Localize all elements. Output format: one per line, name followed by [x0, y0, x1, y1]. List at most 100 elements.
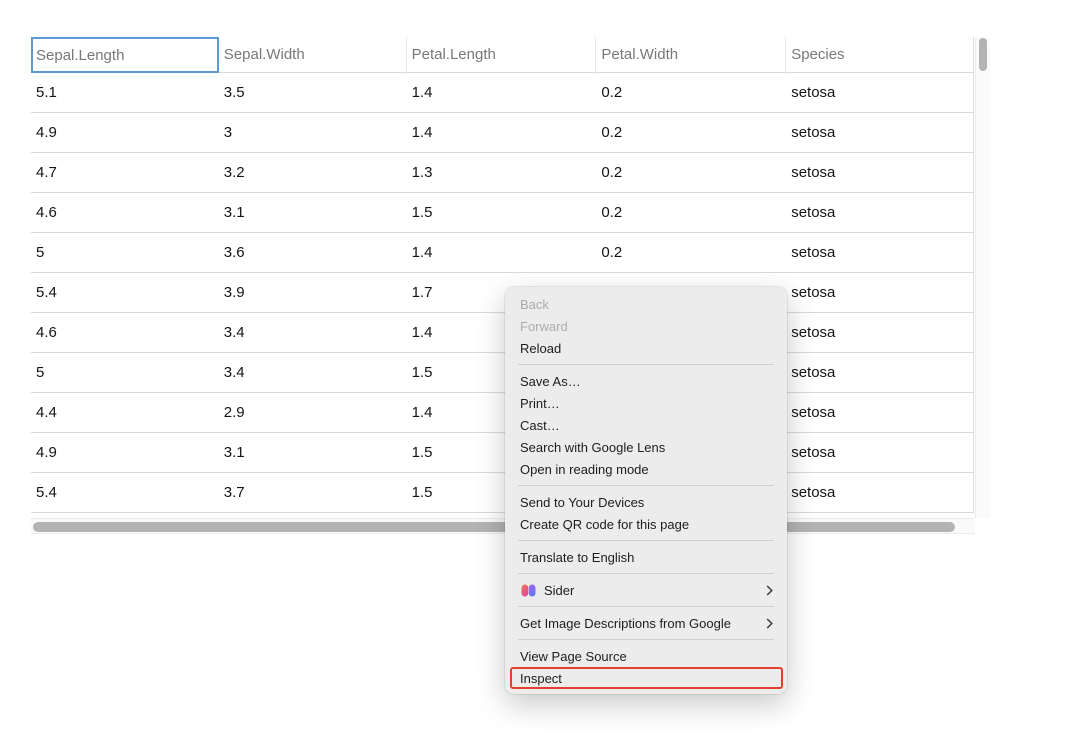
table-cell: setosa — [786, 473, 973, 512]
table-cell: 4.6 — [31, 193, 219, 232]
table-cell: setosa — [786, 393, 973, 432]
menu-item-inspect[interactable]: Inspect — [510, 667, 783, 689]
sider-brain-icon — [521, 583, 536, 598]
table-cell: 3.5 — [219, 73, 407, 112]
menu-separator — [518, 364, 774, 365]
menu-separator — [518, 540, 774, 541]
table-row: 5.13.51.40.2setosa — [31, 73, 973, 113]
vertical-scrollbar-thumb[interactable] — [979, 38, 987, 71]
menu-separator — [518, 606, 774, 607]
menu-item-label: Translate to English — [520, 550, 634, 565]
table-cell: 3.1 — [219, 433, 407, 472]
table-cell: 4.7 — [31, 153, 219, 192]
menu-item-forward: Forward — [505, 315, 787, 337]
vertical-scrollbar[interactable] — [975, 37, 990, 518]
menu-item-label: Open in reading mode — [520, 462, 649, 477]
table-cell: setosa — [786, 313, 973, 352]
menu-separator — [518, 573, 774, 574]
menu-item-label: Get Image Descriptions from Google — [520, 616, 731, 631]
menu-item-get-image-descriptions-from-google[interactable]: Get Image Descriptions from Google — [505, 612, 787, 634]
table-cell: 1.5 — [407, 193, 597, 232]
horizontal-scrollbar-thumb[interactable] — [33, 522, 955, 532]
table-cell: 1.4 — [407, 73, 597, 112]
menu-item-label: Save As… — [520, 374, 581, 389]
table-row: 4.42.91.4setosa — [31, 393, 973, 433]
table-cell: 0.2 — [596, 193, 786, 232]
table-cell: 3.6 — [219, 233, 407, 272]
table-cell: 5 — [31, 233, 219, 272]
table-cell: 4.9 — [31, 113, 219, 152]
submenu-chevron-icon — [766, 618, 773, 629]
table-cell: 5.4 — [31, 473, 219, 512]
menu-item-label: View Page Source — [520, 649, 627, 664]
table-cell: setosa — [786, 273, 973, 312]
submenu-chevron-icon — [766, 585, 773, 596]
menu-item-label: Inspect — [520, 671, 562, 686]
table-cell: 3.4 — [219, 313, 407, 352]
table-row: 4.63.41.4setosa — [31, 313, 973, 353]
menu-item-label: Search with Google Lens — [520, 440, 665, 455]
data-table: Sepal.LengthSepal.WidthPetal.LengthPetal… — [31, 37, 974, 513]
menu-item-send-to-your-devices[interactable]: Send to Your Devices — [505, 491, 787, 513]
table-cell: 0.2 — [596, 233, 786, 272]
table-cell: 3.4 — [219, 353, 407, 392]
table-cell: 5.4 — [31, 273, 219, 312]
table-cell: setosa — [786, 73, 973, 112]
table-body: 5.13.51.40.2setosa4.931.40.2setosa4.73.2… — [31, 73, 973, 513]
menu-item-print[interactable]: Print… — [505, 392, 787, 414]
table-row: 4.93.11.5setosa — [31, 433, 973, 473]
column-header-sepal-length[interactable]: Sepal.Length — [31, 37, 219, 73]
table-cell: setosa — [786, 233, 973, 272]
menu-item-search-with-google-lens[interactable]: Search with Google Lens — [505, 436, 787, 458]
menu-item-label: Create QR code for this page — [520, 517, 689, 532]
table-row: 4.931.40.2setosa — [31, 113, 973, 153]
table-header: Sepal.LengthSepal.WidthPetal.LengthPetal… — [31, 37, 973, 73]
column-header-petal-length[interactable]: Petal.Length — [407, 37, 597, 73]
menu-item-label: Back — [520, 297, 549, 312]
context-menu: Back Forward Reload Save As… Print… Cast… Sear… — [505, 287, 787, 694]
menu-item-open-in-reading-mode[interactable]: Open in reading mode — [505, 458, 787, 480]
menu-item-back: Back — [505, 293, 787, 315]
table-cell: 0.2 — [596, 153, 786, 192]
table-cell: 4.4 — [31, 393, 219, 432]
menu-item-label: Forward — [520, 319, 568, 334]
table-cell: 1.4 — [407, 233, 597, 272]
table-cell: 3.1 — [219, 193, 407, 232]
table-cell: 3 — [219, 113, 407, 152]
menu-item-label: Sider — [544, 583, 574, 598]
column-header-species[interactable]: Species — [786, 37, 973, 73]
menu-item-reload[interactable]: Reload — [505, 337, 787, 359]
menu-item-view-page-source[interactable]: View Page Source — [505, 645, 787, 667]
table-row: 5.43.91.7setosa — [31, 273, 973, 313]
table-cell: 0.2 — [596, 113, 786, 152]
table-cell: 3.2 — [219, 153, 407, 192]
table-cell: 1.3 — [407, 153, 597, 192]
table-cell: 3.9 — [219, 273, 407, 312]
table-row: 53.41.5setosa — [31, 353, 973, 393]
column-header-petal-width[interactable]: Petal.Width — [596, 37, 786, 73]
table-cell: setosa — [786, 433, 973, 472]
table-cell: 3.7 — [219, 473, 407, 512]
menu-item-label: Print… — [520, 396, 560, 411]
table-cell: 0.2 — [596, 73, 786, 112]
menu-item-label: Send to Your Devices — [520, 495, 644, 510]
table-cell: setosa — [786, 353, 973, 392]
table-cell: setosa — [786, 113, 973, 152]
table-row: 5.43.71.5setosa — [31, 473, 973, 513]
menu-item-create-qr-code-for-this-page[interactable]: Create QR code for this page — [505, 513, 787, 535]
table-row: 53.61.40.2setosa — [31, 233, 973, 273]
menu-item-save-as[interactable]: Save As… — [505, 370, 787, 392]
menu-item-sider[interactable]: Sider — [505, 579, 787, 601]
table-cell: 1.4 — [407, 113, 597, 152]
menu-item-translate-to-english[interactable]: Translate to English — [505, 546, 787, 568]
menu-separator — [518, 639, 774, 640]
table-row: 4.63.11.50.2setosa — [31, 193, 973, 233]
horizontal-scrollbar[interactable] — [31, 518, 975, 534]
column-header-sepal-width[interactable]: Sepal.Width — [219, 37, 407, 73]
menu-item-cast[interactable]: Cast… — [505, 414, 787, 436]
table-cell: setosa — [786, 153, 973, 192]
menu-item-label: Cast… — [520, 418, 560, 433]
table-row: 4.73.21.30.2setosa — [31, 153, 973, 193]
menu-separator — [518, 485, 774, 486]
table-cell: 2.9 — [219, 393, 407, 432]
